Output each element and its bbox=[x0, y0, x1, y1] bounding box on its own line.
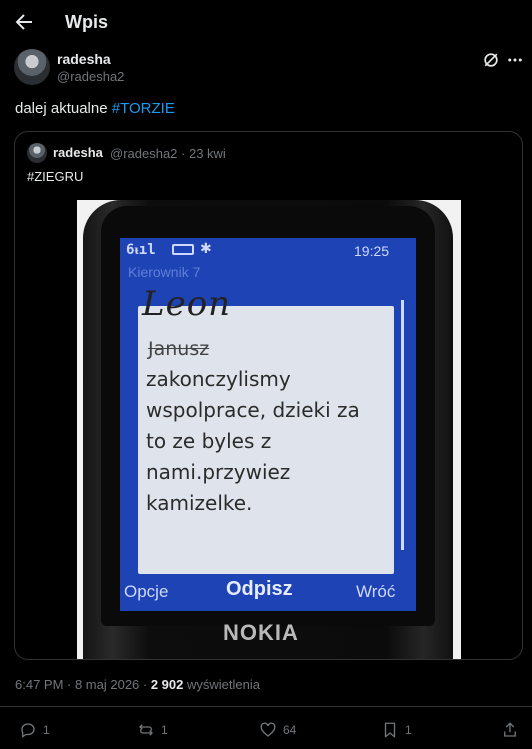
reply-icon bbox=[21, 723, 35, 738]
more-options-icon[interactable] bbox=[506, 52, 524, 68]
phone-brand: NOKIA bbox=[223, 620, 299, 645]
post-text-prefix: dalej aktualne bbox=[15, 100, 112, 117]
bookmark-icon bbox=[384, 722, 396, 738]
divider bbox=[0, 706, 532, 707]
repost-count: 1 bbox=[161, 723, 168, 737]
arrow-left-icon[interactable] bbox=[12, 10, 36, 34]
softkey-middle: Odpisz bbox=[226, 578, 293, 600]
post-datetime[interactable]: 6:47 PM · 8 maj 2026 · bbox=[15, 677, 151, 692]
like-count: 64 bbox=[283, 723, 297, 737]
top-bar: Wpis bbox=[0, 0, 532, 46]
hashtag-link[interactable]: #TORZIE bbox=[112, 100, 175, 117]
quoted-author-name: radesha bbox=[53, 145, 103, 160]
views-count: 2 902 bbox=[150, 677, 184, 692]
page-title: Wpis bbox=[65, 12, 108, 32]
heart-icon bbox=[260, 722, 276, 737]
post-timestamp: 6:47 PM · 8 maj 2026 · 2 902 wyświetleni… bbox=[15, 677, 260, 692]
battery-icon bbox=[172, 244, 194, 255]
quoted-author-handle: @radesha2 bbox=[110, 146, 178, 161]
quoted-photo[interactable]: 6ᵼıl ✱ 19:25 Kierownik 7 Leon Janusz zak… bbox=[77, 200, 461, 659]
author-handle[interactable]: @radesha2 bbox=[57, 69, 124, 84]
quoted-date: · 23 kwi bbox=[181, 146, 226, 161]
share-icon bbox=[504, 722, 516, 737]
grok-icon[interactable] bbox=[481, 50, 501, 70]
bookmark-button[interactable]: 1 bbox=[381, 720, 412, 740]
softkey-left: Opcje bbox=[124, 582, 169, 601]
post-text: dalej aktualne #TORZIE bbox=[15, 100, 175, 117]
quoted-text: #ZIEGRU bbox=[27, 169, 84, 184]
avatar[interactable] bbox=[14, 49, 50, 85]
reply-count: 1 bbox=[43, 723, 50, 737]
views-label: wyświetlenia bbox=[183, 677, 260, 692]
softkey-right: Wróć bbox=[356, 582, 396, 601]
quoted-post[interactable]: radesha @radesha2 · 23 kwi #ZIEGRU 6ᵼıl … bbox=[14, 131, 523, 660]
phone-time: 19:25 bbox=[354, 243, 390, 259]
repost-button[interactable]: 1 bbox=[137, 720, 168, 740]
phone-body: 6ᵼıl ✱ 19:25 Kierownik 7 Leon Janusz zak… bbox=[83, 200, 453, 659]
share-button[interactable] bbox=[501, 720, 519, 740]
phone-screen: 6ᵼıl ✱ 19:25 Kierownik 7 Leon Janusz zak… bbox=[120, 238, 416, 611]
quoted-meta: @radesha2 · 23 kwi bbox=[110, 146, 226, 161]
crossed-name: Janusz bbox=[148, 338, 210, 360]
reply-button[interactable]: 1 bbox=[19, 720, 50, 740]
like-button[interactable]: 64 bbox=[259, 720, 296, 740]
repost-icon bbox=[139, 724, 153, 736]
quoted-avatar bbox=[27, 143, 47, 163]
handwritten-name: Leon bbox=[142, 284, 232, 324]
signal-indicator: 6ᵼıl bbox=[126, 242, 156, 258]
sms-message: zakonczylismy wspolprace, dzieki za to z… bbox=[146, 367, 360, 515]
bookmark-count: 1 bbox=[405, 723, 412, 737]
author-name[interactable]: radesha bbox=[57, 51, 111, 67]
sms-scrollbar bbox=[401, 300, 404, 550]
bluetooth-icon: ✱ bbox=[200, 240, 212, 256]
phone-status-bar: 6ᵼıl ✱ 19:25 bbox=[120, 238, 416, 262]
sms-sender: Kierownik 7 bbox=[128, 264, 201, 280]
